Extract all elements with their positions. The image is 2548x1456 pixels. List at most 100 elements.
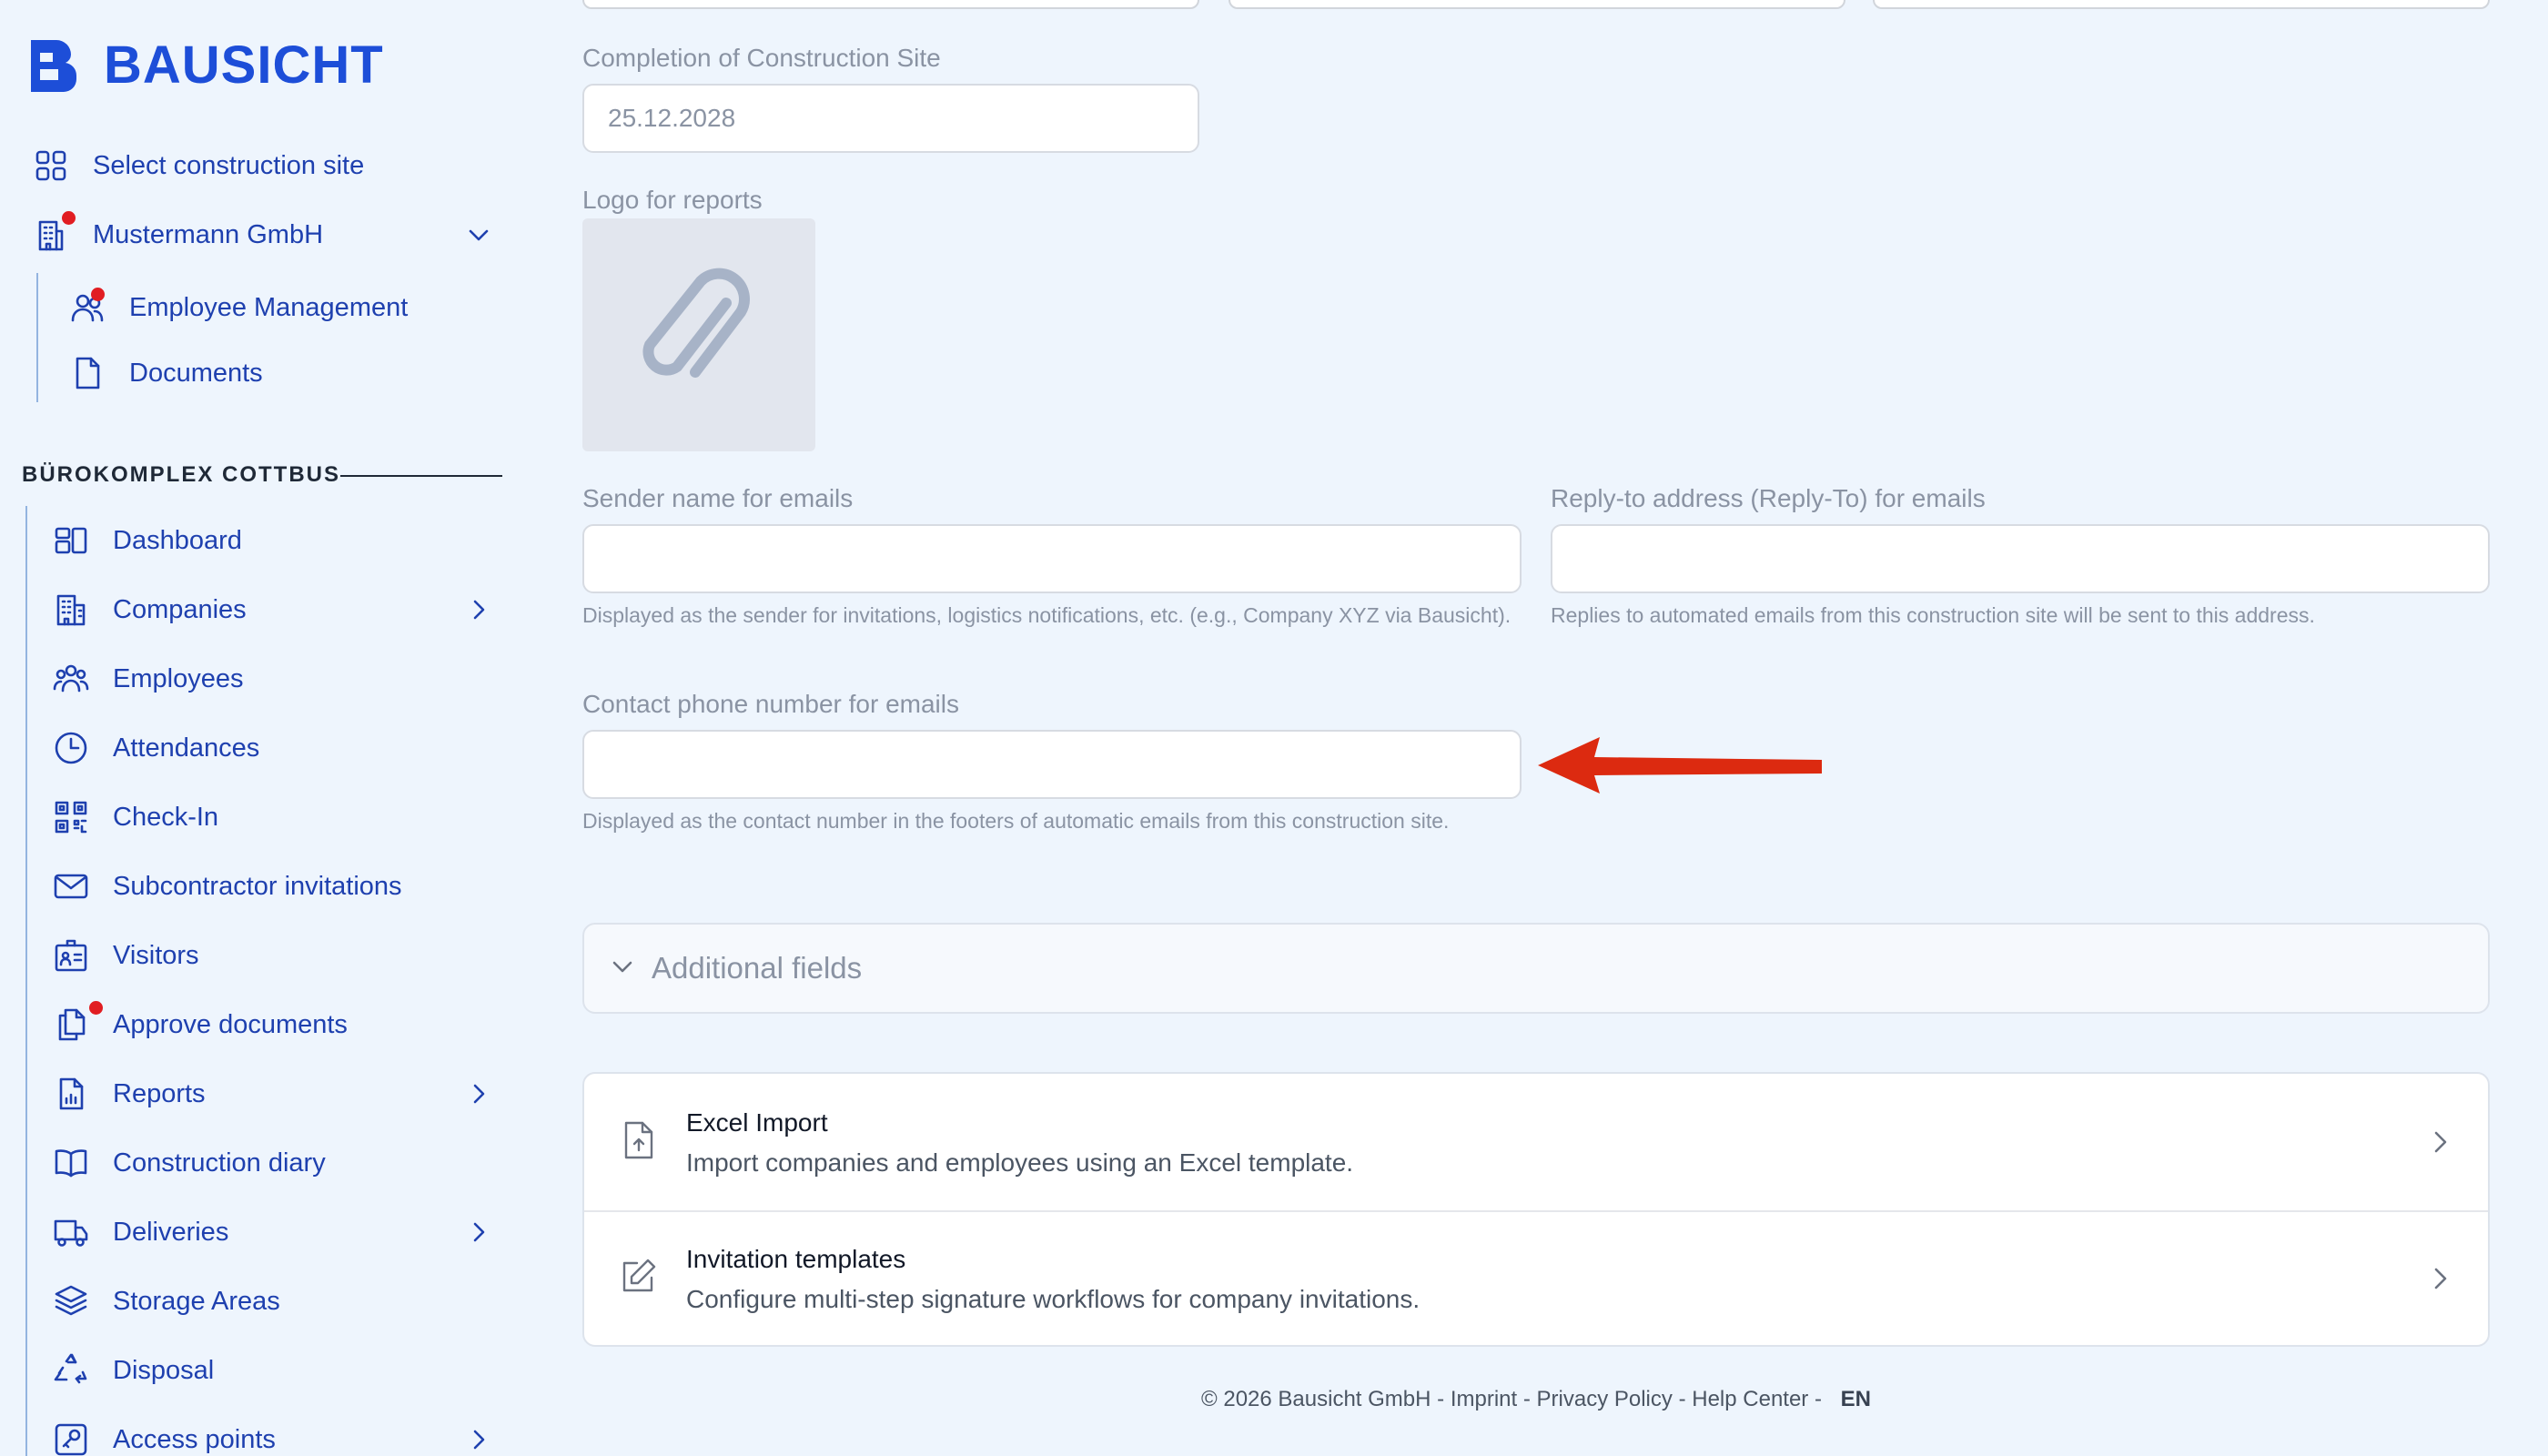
- edit-icon: [617, 1256, 659, 1298]
- paperclip-icon: [642, 268, 750, 378]
- partial-input-field[interactable]: [582, 0, 1199, 9]
- privacy-policy-link[interactable]: Privacy Policy: [1537, 1387, 1673, 1411]
- invitation-templates-row[interactable]: Invitation templates Configure multi-ste…: [584, 1210, 2488, 1345]
- sidebar-item-label: Select construction site: [93, 150, 365, 180]
- truck-icon: [51, 1212, 91, 1252]
- sidebar-item-label: Approve documents: [113, 1009, 348, 1039]
- contact-phone-input[interactable]: [582, 730, 1522, 799]
- sidebar: BAUSICHT Select construction site Muster…: [0, 0, 528, 1456]
- sidebar-item-label: Documents: [129, 358, 263, 388]
- sidebar-item-subcontractor-invitations[interactable]: Subcontractor invitations: [51, 866, 402, 906]
- tools-card: Excel Import Import companies and employ…: [582, 1072, 2490, 1347]
- sender-name-label: Sender name for emails: [582, 484, 854, 512]
- imprint-link[interactable]: Imprint: [1451, 1387, 1517, 1411]
- sidebar-item-select-site[interactable]: Select construction site: [31, 146, 364, 186]
- chevron-right-icon[interactable]: [466, 597, 491, 622]
- sidebar-item-storage-areas[interactable]: Storage Areas: [51, 1281, 280, 1321]
- partial-input-field[interactable]: [1228, 0, 1845, 9]
- notification-dot: [62, 211, 76, 225]
- sidebar-item-label: Storage Areas: [113, 1286, 280, 1316]
- sidebar-item-visitors[interactable]: Visitors: [51, 935, 199, 976]
- sidebar-item-companies[interactable]: Companies: [51, 590, 247, 630]
- sidebar-item-label: Subcontractor invitations: [113, 871, 402, 901]
- sidebar-item-label: Construction diary: [113, 1148, 326, 1178]
- sidebar-item-disposal[interactable]: Disposal: [51, 1350, 214, 1390]
- chevron-right-icon: [2426, 1128, 2453, 1156]
- sidebar-item-approve-documents[interactable]: Approve documents: [51, 1001, 348, 1045]
- sidebar-item-label: Reports: [113, 1078, 206, 1108]
- sidebar-item-label: Access points: [113, 1424, 276, 1454]
- reply-to-help: Replies to automated emails from this co…: [1551, 603, 2315, 627]
- layers-icon: [51, 1281, 91, 1321]
- copyright: © 2026 Bausicht GmbH: [1201, 1387, 1431, 1411]
- accordion-label: Additional fields: [652, 951, 863, 985]
- chevron-down-icon[interactable]: [466, 222, 491, 248]
- users-icon: [67, 288, 107, 328]
- recycle-icon: [51, 1350, 91, 1390]
- partial-input-field[interactable]: [1873, 0, 2490, 9]
- building-icon: [51, 590, 91, 630]
- sidebar-item-check-in[interactable]: Check-In: [51, 797, 218, 837]
- sidebar-item-label: Visitors: [113, 940, 199, 970]
- card-subtitle: Import companies and employees using an …: [686, 1148, 1354, 1177]
- additional-fields-accordion[interactable]: Additional fields: [582, 923, 2490, 1014]
- contact-phone-label: Contact phone number for emails: [582, 690, 959, 718]
- book-icon: [51, 1143, 91, 1183]
- document-icon: [67, 353, 107, 393]
- sidebar-item-access-points[interactable]: Access points: [51, 1420, 276, 1456]
- sidebar-item-deliveries[interactable]: Deliveries: [51, 1212, 228, 1252]
- qr-code-icon: [51, 797, 91, 837]
- sidebar-item-dashboard[interactable]: Dashboard: [51, 521, 242, 561]
- sidebar-item-attendances[interactable]: Attendances: [51, 728, 259, 768]
- contact-phone-help: Displayed as the contact number in the f…: [582, 809, 1450, 833]
- sidebar-item-documents[interactable]: Documents: [67, 353, 263, 393]
- sidebar-item-reports[interactable]: Reports: [51, 1074, 206, 1114]
- key-icon: [51, 1420, 91, 1456]
- sidebar-item-label: Companies: [113, 594, 247, 624]
- completion-label: Completion of Construction Site: [582, 44, 941, 72]
- sidebar-item-label: Attendances: [113, 733, 260, 763]
- help-center-link[interactable]: Help Center: [1692, 1387, 1808, 1411]
- envelope-icon: [51, 866, 91, 906]
- documents-icon: [51, 1001, 103, 1045]
- brand-name: BAUSICHT: [104, 35, 384, 95]
- sidebar-item-construction-diary[interactable]: Construction diary: [51, 1143, 326, 1183]
- sidebar-item-employees[interactable]: Employees: [51, 659, 243, 699]
- card-title: Excel Import: [686, 1108, 828, 1137]
- annotation-arrow-icon: [1538, 737, 1822, 794]
- chevron-right-icon[interactable]: [466, 1427, 491, 1452]
- language-switch[interactable]: EN: [1841, 1387, 1871, 1411]
- sidebar-item-label: Employee Management: [129, 292, 409, 322]
- reply-to-input[interactable]: [1551, 524, 2490, 593]
- card-title: Invitation templates: [686, 1245, 906, 1273]
- excel-import-row[interactable]: Excel Import Import companies and employ…: [584, 1074, 2488, 1210]
- chevron-right-icon: [2426, 1265, 2453, 1292]
- section-line: [25, 506, 27, 1456]
- sidebar-item-company[interactable]: Mustermann GmbH: [31, 211, 323, 255]
- dashboard-icon: [51, 521, 91, 561]
- card-subtitle: Configure multi-step signature workflows…: [686, 1285, 1421, 1313]
- logo-upload[interactable]: [582, 218, 815, 451]
- grid-icon: [31, 146, 71, 186]
- sidebar-item-label: Check-In: [113, 802, 219, 832]
- sidebar-item-label: Deliveries: [113, 1217, 229, 1247]
- sender-name-help: Displayed as the sender for invitations,…: [582, 603, 1512, 627]
- report-icon: [51, 1074, 91, 1114]
- sidebar-item-label: Employees: [113, 663, 244, 693]
- building-icon: [31, 211, 76, 255]
- clock-icon: [51, 728, 91, 768]
- footer: © 2026 Bausicht GmbH - Imprint - Privacy…: [1201, 1387, 1871, 1411]
- notification-dot: [89, 1001, 103, 1015]
- sidebar-item-employee-management[interactable]: Employee Management: [67, 288, 408, 328]
- bausicht-logo-icon: [31, 39, 77, 92]
- section-title: BÜROKOMPLEX COTTBUS: [22, 462, 340, 487]
- brand-logo[interactable]: BAUSICHT: [27, 35, 384, 96]
- sender-name-input[interactable]: [582, 524, 1522, 593]
- chevron-right-icon[interactable]: [466, 1081, 491, 1107]
- chevron-right-icon[interactable]: [466, 1219, 491, 1245]
- completion-date-input[interactable]: 25.12.2028: [582, 84, 1199, 153]
- notification-dot: [91, 288, 105, 301]
- sidebar-item-label: Disposal: [113, 1355, 215, 1385]
- tree-line: [36, 273, 38, 402]
- chevron-down-icon: [610, 954, 635, 984]
